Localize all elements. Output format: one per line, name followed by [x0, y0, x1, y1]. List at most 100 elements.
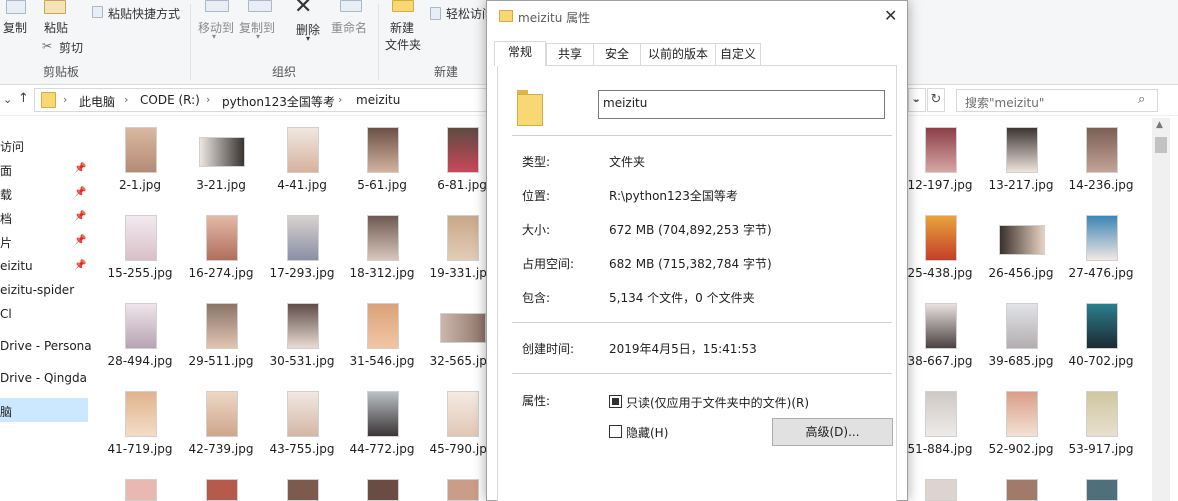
file-item[interactable]: 53-917.jpg	[1061, 391, 1141, 477]
file-item[interactable]: 31-546.jpg	[342, 303, 422, 389]
tab-general[interactable]: 常规	[494, 41, 546, 66]
nav-item-documents[interactable]: 档	[0, 210, 12, 227]
image-thumbnail	[1086, 215, 1118, 261]
nav-item-meizitu[interactable]: eizitu	[0, 259, 33, 273]
file-item[interactable]: 29-511.jpg	[181, 303, 261, 389]
breadcrumb-drive[interactable]: CODE (R:)	[140, 93, 200, 107]
file-item[interactable]: 12-197.jpg	[900, 127, 980, 213]
tab-security[interactable]: 安全	[593, 43, 641, 65]
tab-sharing[interactable]: 共享	[546, 43, 594, 65]
breadcrumb-this-pc[interactable]: 此电脑	[79, 93, 115, 110]
nav-item-pictures[interactable]: 片	[0, 234, 12, 251]
folder-name-input[interactable]: meizitu	[598, 90, 885, 119]
file-item[interactable]: 15-255.jpg	[100, 215, 180, 301]
dialog-title-bar[interactable]: meizitu 属性 ✕	[487, 1, 907, 33]
recent-locations-chevron-icon[interactable]: ⌄	[3, 93, 12, 106]
file-name: 51-884.jpg	[907, 442, 973, 456]
file-item[interactable]: 40-702.jpg	[1061, 303, 1141, 389]
file-name: 29-511.jpg	[188, 354, 254, 368]
breadcrumb-folder[interactable]: python123全国等考	[222, 93, 335, 110]
file-name: 30-531.jpg	[269, 354, 335, 368]
file-item[interactable]: 2-1.jpg	[100, 127, 180, 213]
nav-item-this-pc[interactable]: 脑	[0, 403, 12, 420]
organize-group-label: 组织	[272, 65, 297, 79]
delete-dropdown-icon: ▾	[306, 34, 311, 43]
image-thumbnail[interactable]	[367, 479, 399, 501]
image-thumbnail[interactable]	[287, 479, 319, 501]
file-item[interactable]: 38-667.jpg	[900, 303, 980, 389]
paste-shortcut-button[interactable]: 粘贴快捷方式	[108, 5, 180, 22]
large-folder-icon	[517, 90, 543, 126]
image-thumbnail	[447, 215, 479, 261]
image-thumbnail	[367, 127, 399, 173]
file-item[interactable]: 30-531.jpg	[262, 303, 342, 389]
nav-item-desktop[interactable]: 面	[0, 162, 12, 179]
file-item[interactable]: 39-685.jpg	[981, 303, 1061, 389]
file-item[interactable]: 52-902.jpg	[981, 391, 1061, 477]
cut-button[interactable]: 剪切	[59, 39, 83, 56]
image-thumbnail[interactable]	[925, 479, 957, 501]
image-thumbnail	[199, 137, 245, 167]
pin-icon: 📌	[74, 187, 87, 198]
file-item[interactable]: 4-41.jpg	[262, 127, 342, 213]
file-item[interactable]: 28-494.jpg	[100, 303, 180, 389]
file-name: 31-546.jpg	[349, 354, 415, 368]
close-icon[interactable]: ✕	[884, 6, 897, 25]
paste-button[interactable]: 粘贴	[44, 19, 68, 36]
file-item[interactable]: 13-217.jpg	[981, 127, 1061, 213]
readonly-label[interactable]: 只读(仅应用于文件夹中的文件)(R)	[626, 394, 809, 411]
image-thumbnail[interactable]	[1086, 479, 1118, 501]
up-arrow-icon[interactable]: ↑	[18, 91, 29, 106]
address-history-dropdown-icon[interactable]: ⌄	[908, 88, 926, 112]
file-item[interactable]: 18-312.jpg	[342, 215, 422, 301]
divider	[512, 373, 892, 374]
new-folder-button-line2[interactable]: 文件夹	[385, 36, 421, 53]
file-item[interactable]: 17-293.jpg	[262, 215, 342, 301]
image-thumbnail[interactable]	[447, 479, 479, 501]
file-item[interactable]: 25-438.jpg	[900, 215, 980, 301]
scrollbar-thumb[interactable]	[1155, 137, 1167, 153]
breadcrumb-separator-icon: ›	[338, 93, 343, 106]
file-item[interactable]: 41-719.jpg	[100, 391, 180, 477]
image-thumbnail[interactable]	[1006, 479, 1038, 501]
search-input[interactable]: 搜索"meizitu" ⌕	[956, 89, 1158, 112]
tab-customize[interactable]: 自定义	[715, 43, 761, 65]
hidden-label[interactable]: 隐藏(H)	[626, 424, 668, 441]
file-item[interactable]: 43-755.jpg	[262, 391, 342, 477]
rename-button[interactable]: 重命名	[331, 19, 367, 36]
image-thumbnail	[367, 303, 399, 349]
search-icon[interactable]: ⌕	[1138, 92, 1145, 107]
nav-item-downloads[interactable]: 载	[0, 186, 12, 203]
nav-item-onedrive-personal[interactable]: Drive - Persona	[0, 339, 92, 353]
readonly-checkbox[interactable]	[609, 395, 622, 408]
image-thumbnail	[1006, 303, 1038, 349]
nav-item-cl[interactable]: Cl	[0, 307, 12, 321]
dialog-title: meizitu 属性	[518, 11, 591, 25]
file-item[interactable]: 44-772.jpg	[342, 391, 422, 477]
image-thumbnail[interactable]	[125, 479, 157, 501]
folder-name-value: meizitu	[603, 96, 648, 110]
nav-item-quick-access[interactable]: 访问	[0, 138, 24, 155]
advanced-button[interactable]: 高级(D)...	[772, 418, 893, 446]
file-item[interactable]: 16-274.jpg	[181, 215, 261, 301]
file-item[interactable]: 3-21.jpg	[181, 127, 261, 213]
file-item[interactable]: 42-739.jpg	[181, 391, 261, 477]
file-item[interactable]: 14-236.jpg	[1061, 127, 1141, 213]
file-name: 39-685.jpg	[988, 354, 1054, 368]
new-folder-button[interactable]: 新建	[390, 19, 414, 36]
file-name: 44-772.jpg	[349, 442, 415, 456]
scroll-up-arrow-icon[interactable]: ▲	[1156, 120, 1163, 130]
file-item[interactable]: 51-884.jpg	[900, 391, 980, 477]
copy-button[interactable]: 复制	[3, 19, 27, 36]
hidden-checkbox[interactable]	[609, 425, 622, 438]
file-item[interactable]: 26-456.jpg	[981, 215, 1061, 301]
file-item[interactable]: 27-476.jpg	[1061, 215, 1141, 301]
vertical-scrollbar[interactable]	[1152, 118, 1170, 501]
tab-previous-versions[interactable]: 以前的版本	[640, 43, 716, 65]
breadcrumb-current[interactable]: meizitu	[356, 93, 400, 107]
nav-item-meizitu-spider[interactable]: eizitu-spider	[0, 283, 74, 297]
image-thumbnail[interactable]	[206, 479, 238, 501]
file-item[interactable]: 5-61.jpg	[342, 127, 422, 213]
refresh-icon[interactable]: ↻	[927, 88, 945, 112]
nav-item-onedrive-qingdao[interactable]: Drive - Qingda	[0, 371, 87, 385]
